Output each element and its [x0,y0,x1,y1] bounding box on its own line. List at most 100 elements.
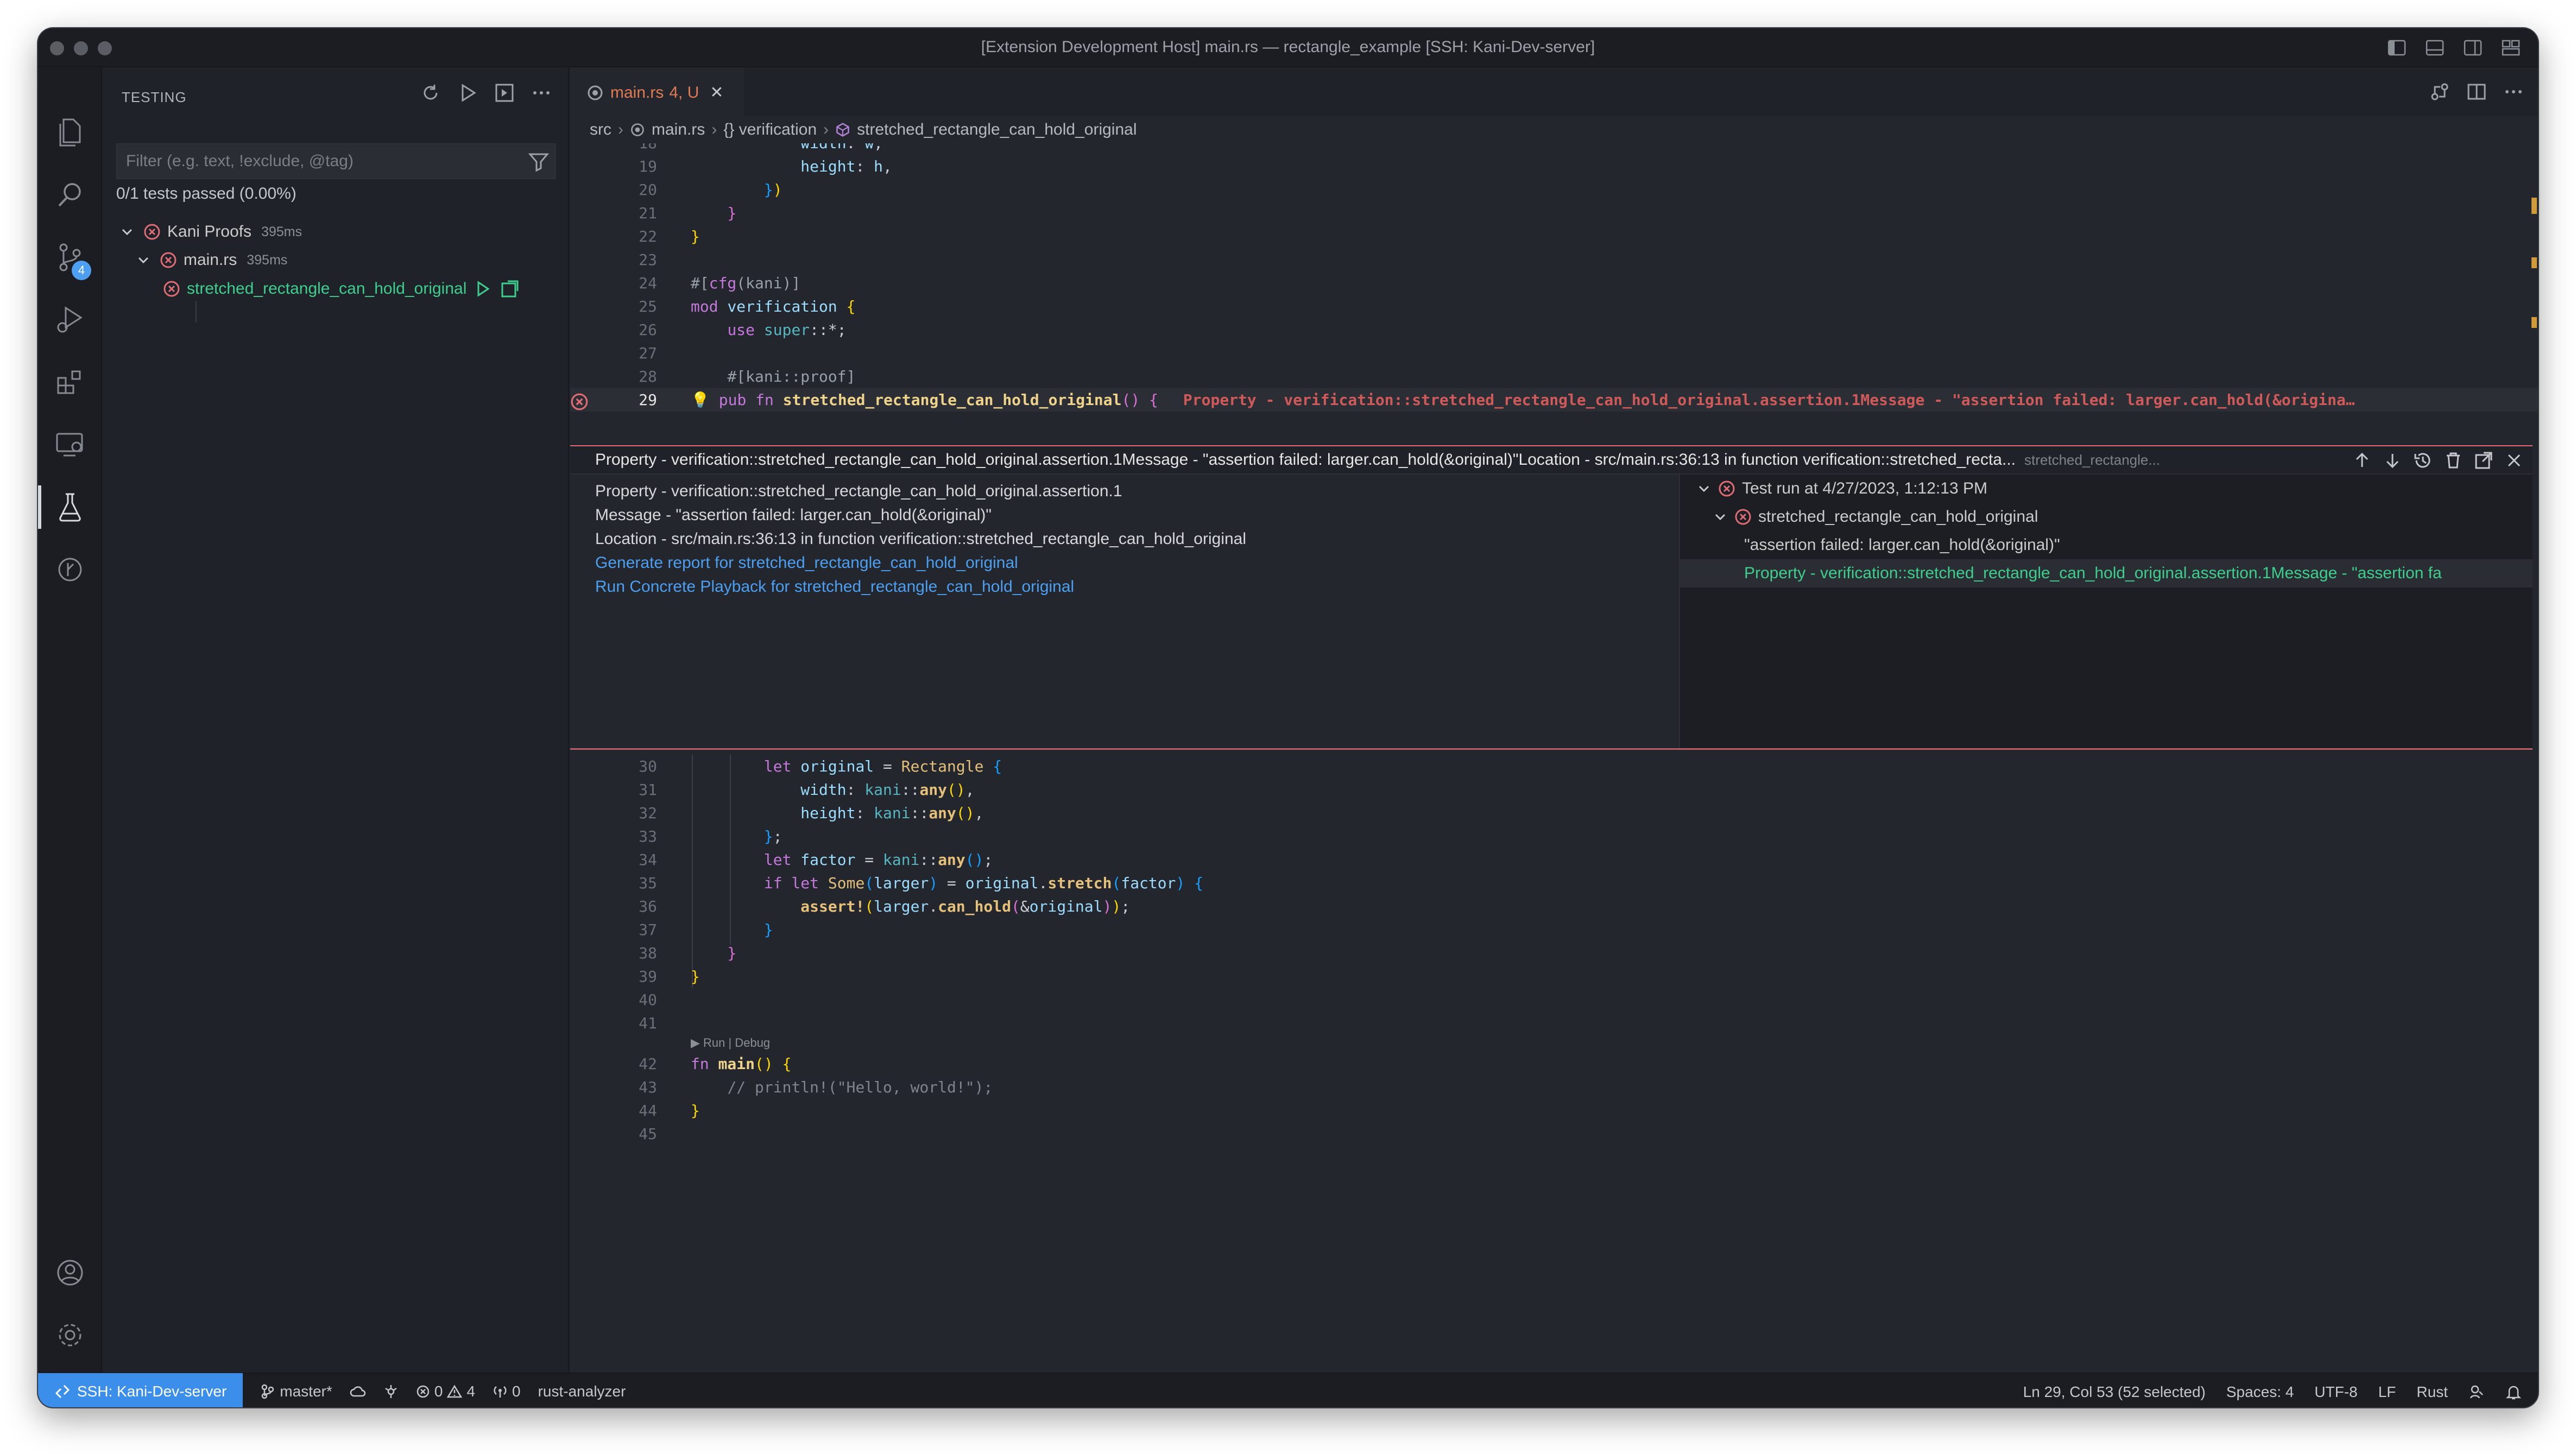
next-arrow-down-icon[interactable] [2383,451,2402,470]
message-text: Message - "assertion failed: larger.can_… [595,506,992,524]
trash-icon[interactable] [2444,451,2463,470]
test-run-item[interactable]: Test run at 4/27/2023, 1:12:13 PM [1680,475,2533,503]
file-encoding[interactable]: UTF-8 [2314,1383,2357,1401]
extensions-icon[interactable] [38,355,102,409]
close-window-button[interactable] [50,41,64,55]
gutter-error-icon[interactable] [570,393,589,411]
search-icon[interactable] [38,168,102,222]
code-editor-top[interactable]: 18 width: w, 19 height: h, 20 }) 21 } 22… [570,143,2538,445]
code-line: 21 } [639,204,737,222]
inline-error-message[interactable]: Property - verification::stretched_recta… [1183,391,2355,409]
go-to-test-icon[interactable] [500,279,520,299]
tree-item-main-rs[interactable]: main.rs 395ms [136,246,287,274]
broadcast-icon [494,1386,507,1398]
end-of-line[interactable]: LF [2378,1383,2396,1401]
code-line: 32 height: kani::any(), [639,804,984,822]
remote-indicator[interactable]: SSH: Kani-Dev-server [38,1373,243,1407]
git-graph-icon [385,1385,397,1398]
history-icon[interactable] [2413,451,2433,470]
toggle-panel-icon[interactable] [2424,37,2446,59]
explorer-icon[interactable] [38,105,102,160]
code-line: 40 [639,991,657,1009]
chevron-down-icon[interactable] [119,224,135,239]
ports-status[interactable]: 0 [493,1383,521,1400]
accounts-icon[interactable] [38,1246,102,1300]
concrete-playback-link[interactable]: Run Concrete Playback for stretched_rect… [595,578,1074,596]
filter-icon[interactable] [528,151,550,175]
breadcrumb-item[interactable]: main.rs [652,121,705,139]
breadcrumb-separator-icon: › [823,121,829,138]
test-message-label: "assertion failed: larger.can_hold(&orig… [1744,536,2060,554]
manage-gear-icon[interactable] [38,1308,102,1362]
source-control-icon[interactable]: 4 [38,230,102,285]
breadcrumb-item[interactable]: src [590,121,611,139]
source-control-badge: 4 [72,261,91,280]
toggle-secondary-sidebar-icon[interactable] [2462,37,2484,59]
more-actions-icon[interactable] [531,83,552,106]
remote-explorer-icon[interactable] [38,418,102,472]
status-bar: SSH: Kani-Dev-server master* 0 4 0 rust-… [38,1373,2538,1407]
git-graph-status[interactable] [383,1384,399,1399]
tab-status: 4, U [669,83,699,102]
breadcrumb-item[interactable]: {} verification [723,121,817,139]
refresh-tests-icon[interactable] [420,83,441,106]
testing-icon[interactable] [38,480,102,534]
code-line: 20 }) [639,181,782,199]
previous-arrow-up-icon[interactable] [2352,451,2372,470]
minimize-window-button[interactable] [74,41,88,55]
open-in-editor-icon[interactable] [2474,451,2493,470]
code-line: 31 width: kani::any(), [639,781,975,799]
test-filter-input[interactable] [117,152,514,170]
test-message-item[interactable]: "assertion failed: larger.can_hold(&orig… [1680,531,2533,559]
maximize-window-button[interactable] [98,41,112,55]
code-line: 34 let factor = kani::any(); [639,851,993,869]
timeline-icon[interactable] [38,542,102,597]
breadcrumb-item[interactable]: stretched_rectangle_can_hold_original [857,121,1137,139]
chevron-down-icon[interactable] [1713,509,1728,524]
rust-analyzer-status[interactable]: rust-analyzer [538,1383,626,1400]
tree-item-stretched-rectangle[interactable]: stretched_rectangle_can_hold_original [163,275,520,302]
feedback-icon[interactable] [2468,1384,2485,1400]
tab-main-rs[interactable]: main.rs 4, U ✕ [570,67,744,116]
code-line: 39} [639,968,700,985]
toggle-primary-sidebar-icon[interactable] [2386,37,2408,59]
generate-report-link[interactable]: Generate report for stretched_rectangle_… [595,554,1018,572]
peek-actions [2352,451,2524,470]
codelens-run-debug[interactable]: ▶ Run | Debug [691,1036,770,1050]
status-bar-right: Ln 29, Col 53 (52 selected) Spaces: 4 UT… [2023,1374,2522,1407]
code-line: 18 width: w, [570,143,2538,155]
sync-status[interactable] [350,1384,366,1399]
tab-close-icon[interactable]: ✕ [710,83,723,102]
run-test-icon[interactable] [474,280,491,298]
tree-indent-guide [195,301,197,323]
problems-status[interactable]: 0 4 [416,1383,475,1400]
notifications-bell-icon[interactable] [2505,1384,2522,1400]
test-property-item[interactable]: Property - verification::stretched_recta… [1680,559,2533,587]
close-peek-icon[interactable] [2504,451,2524,470]
language-mode[interactable]: Rust [2416,1383,2448,1401]
split-editor-icon[interactable] [2466,81,2487,105]
customize-layout-icon[interactable] [2500,37,2522,59]
chevron-down-icon[interactable] [1696,481,1712,496]
chevron-down-icon[interactable] [136,252,151,268]
run-debug-icon[interactable] [38,293,102,347]
code-line: 41 [639,1014,657,1032]
debug-all-tests-icon[interactable] [494,83,515,106]
open-changes-icon[interactable] [2429,81,2450,105]
breadcrumb-separator-icon: › [711,121,717,138]
cursor-position[interactable]: Ln 29, Col 53 (52 selected) [2023,1383,2206,1401]
tab-label: main.rs [610,83,664,102]
code-line: 28 #[kani::proof] [639,368,856,385]
editor-more-icon[interactable] [2503,81,2524,105]
test-peek-header: Property - verification::stretched_recta… [570,445,2533,475]
indentation[interactable]: Spaces: 4 [2226,1383,2294,1401]
tree-item-kani-proofs[interactable]: Kani Proofs 395ms [119,218,302,245]
git-branch[interactable]: master* [260,1383,332,1400]
ports-count: 0 [512,1383,521,1400]
run-all-tests-icon[interactable] [457,83,478,106]
test-item[interactable]: stretched_rectangle_can_hold_original [1680,503,2533,531]
code-editor-bottom[interactable]: 30 let original = Rectangle { 31 width: … [570,755,2538,1232]
peek-title: Property - verification::stretched_recta… [595,451,2016,469]
title-bar: [Extension Development Host] main.rs — r… [38,28,2538,67]
code-line: 23 [639,251,657,269]
